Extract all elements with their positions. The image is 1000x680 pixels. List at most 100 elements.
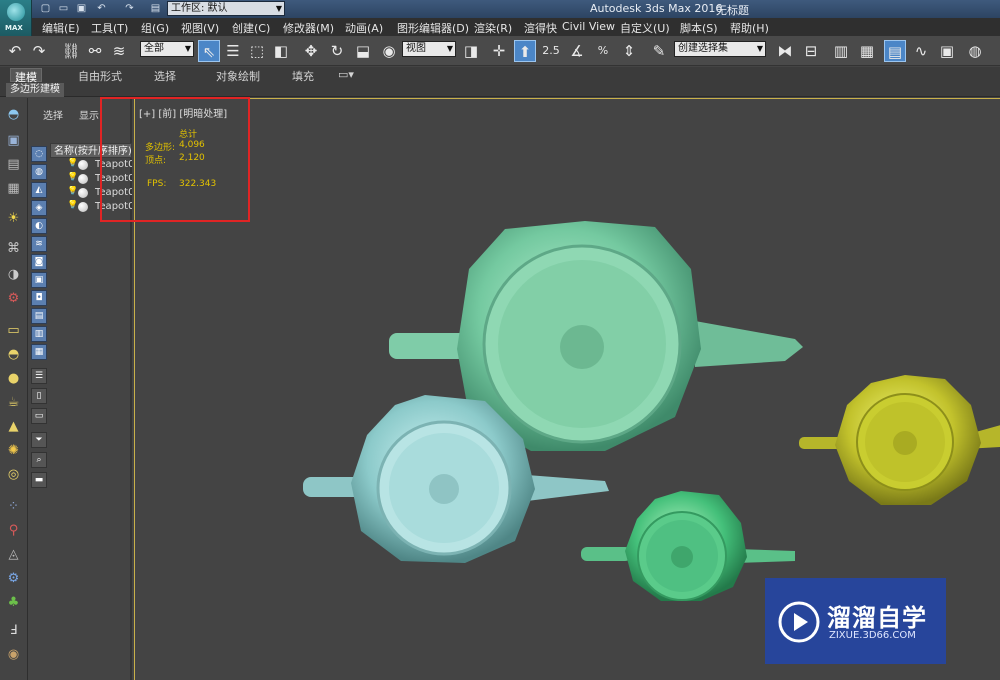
menu-edit[interactable]: 编辑(E) xyxy=(42,20,80,36)
object-visibility-icon[interactable] xyxy=(78,202,88,212)
move-icon[interactable]: ✥ xyxy=(300,40,322,62)
explorer-tab-select[interactable]: 选择 xyxy=(43,107,63,122)
redo-icon[interactable]: ↷ xyxy=(28,40,50,62)
funnel-icon[interactable]: ⏷ xyxy=(31,432,47,448)
undo-icon[interactable]: ↶ xyxy=(4,40,26,62)
space-warps-icon[interactable]: ⚙ xyxy=(4,290,23,308)
tab-modeling[interactable]: 建模 xyxy=(10,68,42,84)
hemisphere-icon[interactable]: ◓ xyxy=(4,346,23,364)
new-file-icon[interactable]: ▢ xyxy=(38,2,53,16)
keyboard-shortcut-override-icon[interactable]: ⬆ xyxy=(514,40,536,62)
menu-help[interactable]: 帮助(H) xyxy=(730,20,769,36)
lights-filter-icon[interactable]: ◈ xyxy=(31,200,47,216)
rectangle-selection-icon[interactable]: ⬚ xyxy=(246,40,268,62)
groups-filter-icon[interactable]: ▣ xyxy=(31,272,47,288)
undo-quick-icon[interactable]: ↶ xyxy=(94,2,109,16)
select-by-name-icon[interactable]: ☰ xyxy=(222,40,244,62)
project-folder-icon[interactable]: ▤ xyxy=(148,2,163,16)
teapot-icon[interactable]: ☕ xyxy=(4,394,23,412)
menu-group[interactable]: 组(G) xyxy=(141,20,169,36)
light-bulb-icon[interactable]: 💡 xyxy=(67,200,78,210)
open-file-icon[interactable]: ▭ xyxy=(56,2,71,16)
menu-scripting[interactable]: 脚本(S) xyxy=(680,20,718,36)
helpers-filter-icon[interactable]: ≋ xyxy=(31,236,47,252)
redo-quick-icon[interactable]: ↷ xyxy=(122,2,137,16)
cloth-icon[interactable]: ◬ xyxy=(4,546,23,564)
menu-render-fast[interactable]: 渲得快 xyxy=(524,20,557,36)
menu-rendering[interactable]: 渲染(R) xyxy=(474,20,512,36)
window-crossing-icon[interactable]: ◧ xyxy=(270,40,292,62)
box-icon[interactable]: ▭ xyxy=(4,322,23,340)
light-bulb-icon[interactable]: 💡 xyxy=(67,172,78,182)
tab-populate[interactable]: 填充 xyxy=(288,68,318,83)
named-selection-dropdown[interactable]: 创建选择集 ▼ xyxy=(674,41,766,57)
helpers-icon[interactable]: ◑ xyxy=(4,266,23,284)
find-icon[interactable]: ⌕ xyxy=(31,452,47,468)
collapse-icon[interactable]: ▬ xyxy=(31,472,47,488)
unlink-icon[interactable]: ⚯ xyxy=(84,40,106,62)
light-bulb-icon[interactable]: 💡 xyxy=(67,158,78,168)
list-view-icon[interactable]: ☰ xyxy=(31,368,47,384)
align-icon[interactable]: ⊟ xyxy=(800,40,822,62)
foliage-icon[interactable]: ♣ xyxy=(4,594,23,612)
object-visibility-icon[interactable] xyxy=(78,160,88,170)
shapes-filter-icon[interactable]: ◭ xyxy=(31,182,47,198)
teapot-yellow[interactable] xyxy=(799,375,1000,505)
menu-modifiers[interactable]: 修改器(M) xyxy=(283,20,334,36)
scale-icon[interactable]: ⬓ xyxy=(352,40,374,62)
schematic-view-icon[interactable]: ▣ xyxy=(936,40,958,62)
ribbon-options-icon[interactable]: ▭▾ xyxy=(334,68,358,82)
tab-selection[interactable]: 选择 xyxy=(150,68,180,83)
tab-freeform[interactable]: 自由形式 xyxy=(74,68,126,83)
hierarchy-panel-icon[interactable]: ▤ xyxy=(4,156,23,174)
menu-create[interactable]: 创建(C) xyxy=(232,20,270,36)
geometry-filter-icon[interactable]: ◍ xyxy=(31,164,47,180)
explorer-tab-display[interactable]: 显示 xyxy=(79,107,99,122)
tab-object-paint[interactable]: 对象绘制 xyxy=(212,68,264,83)
angle-snap-icon[interactable]: ∡ xyxy=(566,40,588,62)
spinner-snap-icon[interactable]: ⇕ xyxy=(618,40,640,62)
app-menu-button[interactable]: MAX xyxy=(0,0,32,36)
layer-view-icon[interactable]: ▭ xyxy=(31,408,47,424)
menu-customize[interactable]: 自定义(U) xyxy=(620,20,670,36)
torus-icon[interactable]: ◎ xyxy=(4,466,23,484)
particles-icon[interactable]: ⁘ xyxy=(4,498,23,516)
display-none-icon[interactable]: ◌ xyxy=(31,146,47,162)
select-object-icon[interactable]: ⇖ xyxy=(198,40,220,62)
xrefs-filter-icon[interactable]: ◘ xyxy=(31,290,47,306)
scene-explorer-icon[interactable]: ▤ xyxy=(884,40,906,62)
bind-space-warp-icon[interactable]: ≋ xyxy=(108,40,130,62)
placement-icon[interactable]: ◉ xyxy=(378,40,400,62)
material-editor-icon[interactable]: ◍ xyxy=(964,40,986,62)
menu-animation[interactable]: 动画(A) xyxy=(345,20,383,36)
save-file-icon[interactable]: ▣ xyxy=(74,2,89,16)
bones-filter-icon[interactable]: ▤ xyxy=(31,308,47,324)
workspace-dropdown[interactable]: 工作区: 默认 ▼ xyxy=(167,1,285,16)
sun-icon[interactable]: ✺ xyxy=(4,442,23,460)
cameras-filter-icon[interactable]: ◐ xyxy=(31,218,47,234)
menu-views[interactable]: 视图(V) xyxy=(181,20,219,36)
menu-graph-editors[interactable]: 图形编辑器(D) xyxy=(397,20,469,36)
selection-filter-dropdown[interactable]: 全部 ▼ xyxy=(140,41,194,57)
pivot-center-icon[interactable]: ◨ xyxy=(460,40,482,62)
curve-editor-icon[interactable]: ∿ xyxy=(910,40,932,62)
modify-panel-icon[interactable]: ▣ xyxy=(4,132,23,150)
frozen-filter-icon[interactable]: ▦ xyxy=(31,344,47,360)
lights-icon[interactable]: ☀ xyxy=(4,210,23,228)
select-manipulate-icon[interactable]: ✛ xyxy=(488,40,510,62)
containers-filter-icon[interactable]: ▥ xyxy=(31,326,47,342)
percent-snap-icon[interactable]: % xyxy=(592,40,614,62)
mirror-icon[interactable]: ⧓ xyxy=(774,40,796,62)
menu-tools[interactable]: 工具(T) xyxy=(91,20,128,36)
object-visibility-icon[interactable] xyxy=(78,174,88,184)
light-bulb-icon[interactable]: 💡 xyxy=(67,186,78,196)
cone-icon[interactable]: ▲ xyxy=(4,418,23,436)
create-panel-icon[interactable]: ◓ xyxy=(4,106,23,124)
link-icon[interactable]: ⛓ xyxy=(60,40,82,62)
gear-icon[interactable]: ⚙ xyxy=(4,570,23,588)
sphere-icon[interactable]: ● xyxy=(4,370,23,388)
edit-named-selection-icon[interactable]: ✎ xyxy=(648,40,670,62)
hair-icon[interactable]: Ⅎ xyxy=(4,622,23,640)
warps-filter-icon[interactable]: ◙ xyxy=(31,254,47,270)
snap-toggle-icon[interactable]: 2.5 xyxy=(540,40,562,62)
